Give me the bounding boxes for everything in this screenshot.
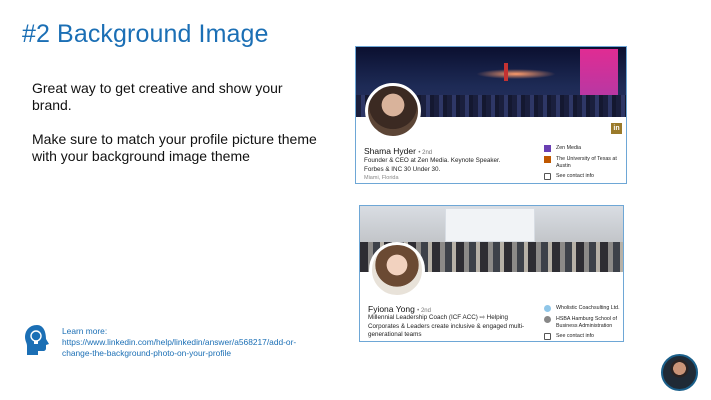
school-icon (544, 316, 551, 323)
school-row: HSBA Hamburg School of Business Administ… (544, 316, 623, 329)
contact-info-icon (544, 173, 551, 180)
profile-name-text: Shama Hyder (364, 146, 416, 156)
profile-name: Shama Hyder • 2nd (364, 146, 432, 156)
profile-name: Fyiona Yong • 2nd (368, 304, 431, 314)
company-name: Wholistic Coachsulting Ltd. (556, 305, 620, 311)
company-icon (544, 305, 551, 312)
linkedin-profile-card-fyiona: Fyiona Yong • 2nd Millennial Leadership … (359, 205, 624, 342)
presentation-slide (445, 208, 535, 242)
profile-side-info: Zen Media The University of Texas at Aus… (544, 145, 626, 183)
company-row: Zen Media (544, 145, 626, 152)
profile-headline: Millennial Leadership Coach (ICF ACC) ⇨ … (368, 314, 525, 338)
contact-info-icon (544, 333, 551, 340)
body-paragraph-brand: Great way to get creative and show your … (32, 80, 283, 113)
learn-more-link[interactable]: https://www.linkedin.com/help/linkedin/a… (62, 337, 296, 358)
contact-row: See contact info (544, 173, 626, 180)
profile-side-info: Wholistic Coachsulting Ltd. HSBA Hamburg… (544, 305, 623, 341)
linkedin-profile-card-shama: in Shama Hyder • 2nd Founder & CEO at Ze… (355, 46, 627, 184)
linkedin-icon: in (611, 123, 622, 134)
profile-name-text: Fyiona Yong (368, 304, 415, 314)
stage-light (476, 69, 556, 79)
body-paragraph-theme: Make sure to match your profile picture … (32, 131, 317, 164)
learn-more-label: Learn more: (62, 326, 108, 336)
learn-more: Learn more: https://www.linkedin.com/hel… (62, 326, 322, 359)
company-name: Zen Media (556, 145, 582, 151)
school-name: The University of Texas at Austin (556, 156, 617, 169)
company-icon (544, 145, 551, 152)
slide-body: Great way to get creative and show your … (32, 80, 322, 165)
slide-title: #2 Background Image (22, 20, 269, 48)
profile-location: Miami, Florida (364, 175, 399, 181)
connection-degree: • 2nd (418, 150, 433, 156)
school-row: The University of Texas at Austin (544, 156, 626, 169)
company-row: Wholistic Coachsulting Ltd. (544, 305, 623, 312)
presenter-avatar (661, 354, 698, 391)
profile-photo (365, 83, 421, 139)
contact-row: See contact info (544, 333, 623, 340)
profile-photo (369, 242, 425, 298)
speaker-figure (504, 63, 508, 81)
school-icon (544, 156, 551, 163)
school-name: HSBA Hamburg School of Business Administ… (556, 316, 617, 329)
profile-headline: Founder & CEO at Zen Media. Keynote Spea… (364, 157, 501, 173)
contact-info-link: See contact info (556, 333, 594, 339)
lightbulb-head-icon (25, 325, 49, 355)
contact-info-link: See contact info (556, 173, 594, 179)
